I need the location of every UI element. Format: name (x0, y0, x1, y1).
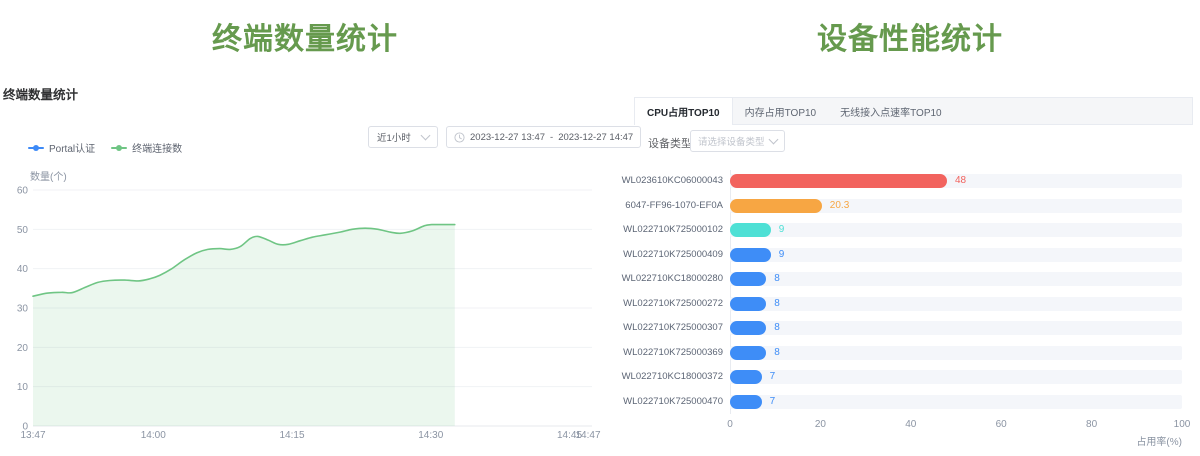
bar-value-label: 20.3 (830, 199, 849, 213)
x-tick-label: 14:00 (141, 430, 166, 441)
x-tick-label: 40 (891, 419, 931, 430)
bar-value-label: 8 (774, 346, 780, 360)
legend-dot (33, 145, 39, 151)
bar (730, 223, 771, 237)
performance-tabbar: CPU占用TOP10 内存占用TOP10 无线接入点速率TOP10 (634, 97, 1193, 125)
date-range-separator: - (550, 132, 553, 143)
date-range-start: 2023-12-27 13:47 (470, 132, 545, 143)
bar-track (730, 321, 1182, 335)
cpu-top10-bar-chart: 占用率(%) WL023610KC06000043 48 6047-FF96-107… (620, 168, 1200, 448)
bar (730, 248, 771, 262)
y-tick-label: 30 (17, 304, 29, 315)
bar (730, 370, 762, 384)
bar (730, 346, 766, 360)
bar-row-label: WL022710K725000369 (620, 346, 723, 360)
x-tick-label: 13:47 (20, 430, 45, 441)
legend-marker-icon (28, 144, 44, 152)
bar-value-label: 8 (774, 297, 780, 311)
y-tick-label: 10 (17, 382, 29, 393)
bar (730, 174, 947, 188)
page-title-device-performance: 设备性能统计 (620, 14, 1200, 58)
bar-track (730, 272, 1182, 286)
y-tick-label: 40 (17, 264, 29, 275)
tab-label: 内存占用TOP10 (745, 104, 817, 119)
chart-section-title: 终端数量统计 (3, 84, 78, 103)
bar (730, 297, 766, 311)
clock-icon (454, 132, 465, 143)
x-tick-label: 100 (1162, 419, 1200, 430)
bar-value-label: 7 (770, 395, 776, 409)
terminal-count-panel: 终端数量统计 终端数量统计 近1小时 2023-12-27 13:47 - 20… (0, 0, 610, 456)
device-performance-panel: 设备性能统计 CPU占用TOP10 内存占用TOP10 无线接入点速率TOP10 设… (620, 0, 1200, 456)
date-range-picker[interactable]: 2023-12-27 13:47 - 2023-12-27 14:47 (446, 126, 641, 148)
bar-track (730, 297, 1182, 311)
tab-label: 无线接入点速率TOP10 (840, 104, 942, 119)
tab-label: CPU占用TOP10 (647, 104, 720, 119)
time-range-select[interactable]: 近1小时 (368, 126, 438, 148)
bar (730, 395, 762, 409)
bar-track (730, 346, 1182, 360)
bar-track (730, 370, 1182, 384)
x-tick-label: 20 (800, 419, 840, 430)
bar-value-label: 9 (779, 223, 785, 237)
chart-legend: Portal认证 终端连接数 (28, 140, 182, 155)
bar-row-label: WL022710KC18000372 (620, 370, 723, 384)
legend-item[interactable]: Portal认证 (28, 140, 95, 155)
series-area (33, 225, 455, 426)
bar-row-label: WL022710K725000470 (620, 395, 723, 409)
y-tick-label: 60 (17, 186, 29, 197)
bar-value-label: 8 (774, 272, 780, 286)
bar (730, 199, 822, 213)
bar-value-label: 7 (770, 370, 776, 384)
bar-row-label: WL023610KC06000043 (620, 174, 723, 188)
chevron-down-icon (769, 135, 779, 145)
bar-row-label: WL022710K725000102 (620, 223, 723, 237)
x-tick-label: 14:15 (279, 430, 304, 441)
tab-CPU占用TOP10[interactable]: CPU占用TOP10 (635, 98, 733, 124)
bar-value-label: 48 (955, 174, 966, 188)
bar (730, 272, 766, 286)
bar-track (730, 223, 1182, 237)
bar-row-label: WL022710KC18000280 (620, 272, 723, 286)
bar-track (730, 395, 1182, 409)
page-title-terminal-count: 终端数量统计 (0, 14, 610, 58)
x-tick-label: 80 (1072, 419, 1112, 430)
legend-dot (116, 145, 122, 151)
bar (730, 321, 766, 335)
device-type-label: 设备类型 (648, 135, 692, 151)
bar-row-label: WL022710K725000307 (620, 321, 723, 335)
bar-value-label: 9 (779, 248, 785, 262)
bar-row-label: WL022710K725000272 (620, 297, 723, 311)
x-tick-label: 0 (710, 419, 750, 430)
legend-marker-icon (111, 144, 127, 152)
legend-item[interactable]: 终端连接数 (111, 140, 182, 155)
y-tick-label: 20 (17, 343, 29, 354)
legend-label: Portal认证 (49, 140, 95, 155)
tab-无线接入点速率TOP10[interactable]: 无线接入点速率TOP10 (828, 98, 954, 124)
time-range-value: 近1小时 (377, 130, 411, 144)
bar-track (730, 248, 1182, 262)
bar-row-label: 6047-FF96-1070-EF0A (620, 199, 723, 213)
device-type-select[interactable]: 请选择设备类型 (690, 130, 785, 152)
bar-value-label: 8 (774, 321, 780, 335)
x-tick-label: 14:47 (575, 430, 600, 441)
legend-label: 终端连接数 (132, 140, 182, 155)
x-tick-label: 60 (981, 419, 1021, 430)
bar-row-label: WL022710K725000409 (620, 248, 723, 262)
chevron-down-icon (421, 131, 431, 141)
y-tick-label: 50 (17, 225, 29, 236)
x-axis-title: 占用率(%) (1102, 433, 1182, 448)
terminal-count-area-chart: 010203040506013:4714:0014:1514:3014:4514… (0, 180, 610, 456)
device-type-placeholder: 请选择设备类型 (698, 134, 765, 148)
tab-内存占用TOP10[interactable]: 内存占用TOP10 (733, 98, 829, 124)
x-tick-label: 14:30 (418, 430, 443, 441)
